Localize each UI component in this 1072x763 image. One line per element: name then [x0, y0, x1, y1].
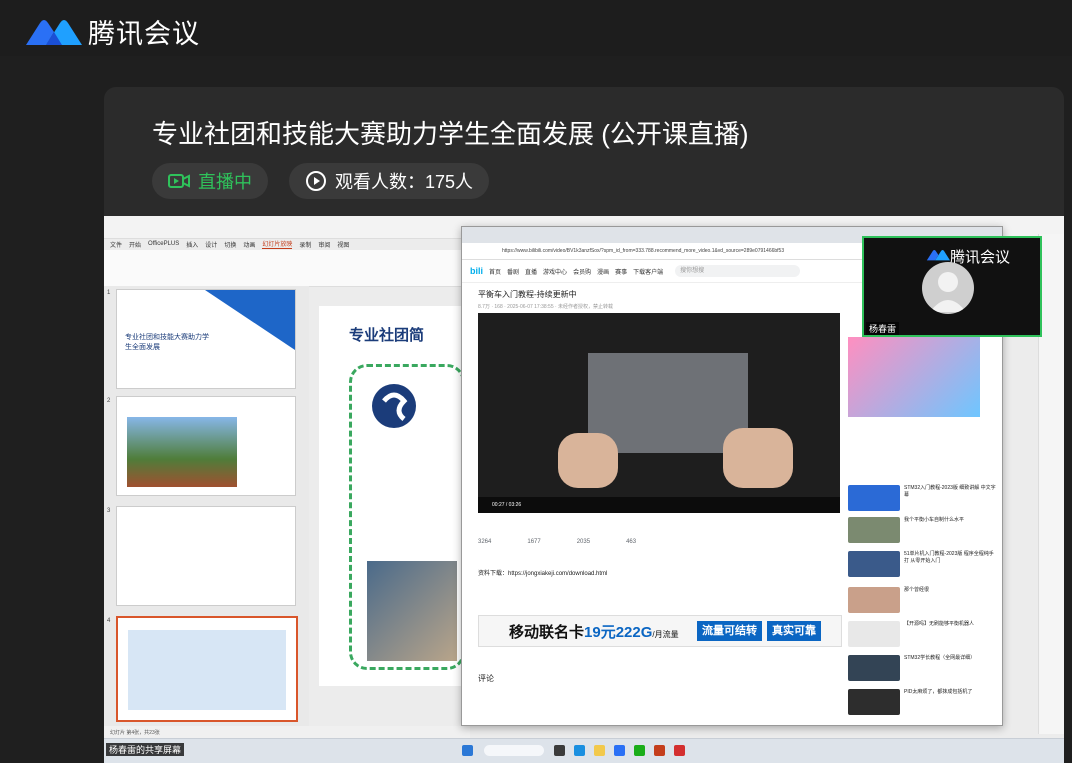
download-link[interactable]: 资料下载：https://jongxiakeji.com/download.ht…: [478, 568, 607, 577]
play-circle-icon: [306, 171, 326, 191]
like-count[interactable]: 3264: [478, 539, 491, 545]
slide-thumb[interactable]: [116, 506, 296, 606]
avatar: [922, 262, 974, 314]
thumb-number: 1: [107, 290, 111, 296]
taskbar-search-box[interactable]: [484, 745, 544, 756]
video-camera-icon: [168, 174, 190, 188]
video-meta: 8.7万 · 168 · 2025-06-07 17:38:55 · 未经作者授…: [478, 304, 614, 310]
rec-item[interactable]: PID太麻烦了，都抹成包括机了: [848, 689, 998, 715]
tencent-meeting-logo-icon: [926, 250, 950, 261]
ad-banner[interactable]: 移动联名卡19元222G/月流量 流量可结转 真实可靠: [478, 615, 842, 647]
nav-item[interactable]: 下载客户端: [633, 267, 663, 276]
ppt-menu-bar: 文件 开始 OfficePLUS 插入 设计 切换 动画 幻灯片放映 录制 审阅…: [104, 238, 470, 250]
slide-thumbnails: 1 专业社团和技能大赛助力学生全面发展 2 3 4: [104, 286, 309, 726]
nav-item[interactable]: 游戏中心: [543, 267, 567, 276]
user-placeholder-icon: [930, 272, 966, 312]
presenter-label: 杨春雷的共享屏幕: [106, 743, 185, 756]
bili-search-input[interactable]: 搜你想搜: [675, 265, 801, 277]
thumb-number: 3: [107, 508, 111, 514]
video-player[interactable]: 00:27 / 03:26: [478, 313, 840, 513]
promo-image[interactable]: [848, 337, 980, 417]
fav-count[interactable]: 2035: [577, 539, 590, 545]
windows-taskbar: [104, 738, 1064, 763]
slide-canvas: 专业社团简: [319, 306, 465, 686]
nav-item[interactable]: 赛事: [615, 267, 627, 276]
video-controls[interactable]: 00:27 / 03:26: [478, 497, 840, 513]
ppt-menu-item[interactable]: 动画: [243, 240, 255, 249]
floating-camera-window[interactable]: 腾讯会议 杨春雷: [862, 236, 1042, 337]
viewer-count-text: 观看人数：175人: [335, 172, 474, 192]
coin-count[interactable]: 1677: [527, 539, 540, 545]
nav-item[interactable]: 漫画: [597, 267, 609, 276]
comments-heading: 评论: [478, 674, 494, 683]
meeting-title: 专业社团和技能大赛助力学生全面发展 (公开课直播): [152, 119, 749, 149]
file-explorer-icon[interactable]: [594, 745, 605, 756]
rec-item[interactable]: 那个曾经很: [848, 587, 998, 613]
slide-thumb-selected[interactable]: [116, 616, 298, 722]
app-logo: 腾讯会议: [24, 12, 200, 51]
rec-item[interactable]: STM32入门教程-2023版 细致讲解 中文字幕: [848, 485, 998, 511]
edge-browser-icon[interactable]: [574, 745, 585, 756]
nav-item[interactable]: 首页: [489, 267, 501, 276]
ppt-ribbon: [104, 250, 464, 287]
top-bar: 腾讯会议: [0, 0, 1072, 56]
task-view-icon[interactable]: [554, 745, 565, 756]
video-stats: 3264 1677 2035 463: [478, 539, 636, 545]
app-name: 腾讯会议: [88, 19, 200, 49]
participant-name: 杨春雷: [866, 322, 900, 335]
viewer-count-badge: 观看人数：175人: [289, 163, 490, 199]
ppt-menu-item[interactable]: OfficePLUS: [148, 241, 179, 247]
ppt-menu-item-active[interactable]: 幻灯片放映: [262, 239, 293, 249]
ppt-menu-item[interactable]: 视图: [337, 240, 349, 249]
thumb-number: 4: [107, 618, 111, 624]
nav-item[interactable]: 番剧: [507, 267, 519, 276]
ppt-menu-item[interactable]: 录制: [299, 240, 311, 249]
tencent-meeting-logo-icon: [24, 17, 82, 47]
ppt-menu-item[interactable]: 审阅: [318, 240, 330, 249]
live-status-badge: 直播中: [152, 163, 268, 199]
slide1-title: 专业社团和技能大赛助力学生全面发展: [125, 334, 209, 351]
banner-tag-1: 流量可结转: [697, 621, 762, 641]
live-panel: 专业社团和技能大赛助力学生全面发展 (公开课直播) 直播中 观看人数：175人 …: [104, 87, 1064, 763]
rec-item[interactable]: 51单片机入门教程-2023版 程序全程纯手打 从零开始入门: [848, 551, 998, 577]
slide-heading: 专业社团简: [349, 327, 425, 344]
ppt-menu-item[interactable]: 切换: [224, 240, 236, 249]
tencent-meeting-task-icon[interactable]: [614, 745, 625, 756]
powerpoint-icon[interactable]: [654, 745, 665, 756]
rec-item[interactable]: 我个平衡小车自制什么水平: [848, 517, 998, 543]
share-count[interactable]: 463: [626, 539, 636, 545]
svcst-logo-icon: [369, 381, 419, 431]
recommend-sidebar: STM32入门教程-2023版 细致讲解 中文字幕 我个平衡小车自制什么水平 5…: [848, 297, 998, 722]
ppt-menu-item[interactable]: 开始: [129, 240, 141, 249]
ppt-menu-item[interactable]: 文件: [110, 240, 122, 249]
acrobat-icon[interactable]: [674, 745, 685, 756]
ppt-menu-item[interactable]: 设计: [205, 240, 217, 249]
wechat-icon[interactable]: [634, 745, 645, 756]
nav-item[interactable]: 会员购: [573, 267, 591, 276]
ppt-menu-item[interactable]: 插入: [186, 240, 198, 249]
banner-tag-2: 真实可靠: [767, 621, 821, 641]
slide-thumb[interactable]: 专业社团和技能大赛助力学生全面发展: [116, 289, 296, 389]
windows-start-icon[interactable]: [462, 745, 473, 756]
video-title: 平衡车入门教程-持续更新中: [478, 290, 577, 299]
thumb-number: 2: [107, 398, 111, 404]
nav-item[interactable]: 直播: [525, 267, 537, 276]
bilibili-logo-icon[interactable]: bili: [470, 266, 483, 276]
banner-text: 移动联名卡19元222G/月流量: [509, 624, 679, 641]
rec-item[interactable]: 【开源吗】无刷能够平衡机器人: [848, 621, 998, 647]
shared-screen[interactable]: 文件 开始 OfficePLUS 插入 设计 切换 动画 幻灯片放映 录制 审阅…: [104, 216, 1064, 763]
live-status-text: 直播中: [198, 172, 252, 192]
rec-item[interactable]: STM32学长教程（全网最详细）: [848, 655, 998, 681]
slide-thumb[interactable]: [116, 396, 296, 496]
